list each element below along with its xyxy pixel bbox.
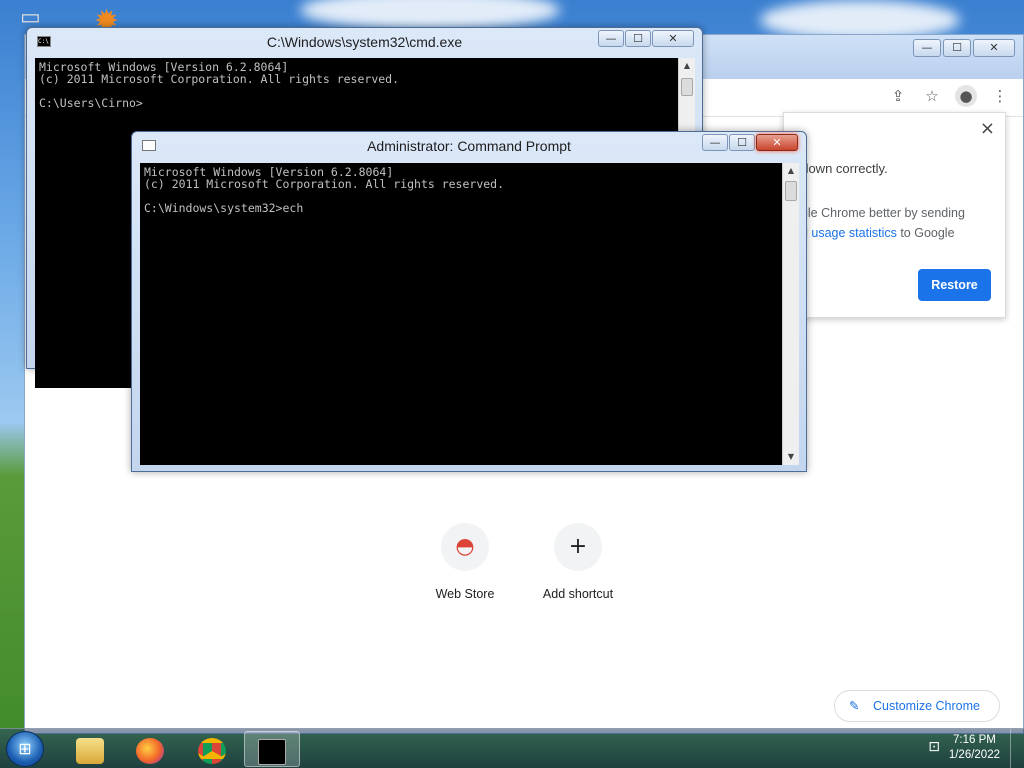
taskbar: ⊞ ⊡ 7:16 PM 1/26/2022 [0,728,1024,768]
scroll-down-icon[interactable]: ▼ [783,449,799,465]
customize-chrome-label: Customize Chrome [873,699,980,713]
file-explorer-icon[interactable] [62,731,118,767]
shortcut-web-store[interactable]: ◓ Web Store [415,523,515,601]
restore-pages-popup: × t down correctly. ogle Chrome better b… [783,112,1006,318]
chrome-close-button[interactable]: ✕ [973,39,1015,57]
scroll-thumb[interactable] [681,78,693,96]
mouse-pointer-icon: ➤ [599,383,616,407]
help-text-suffix: to Google [896,226,955,240]
help-text-line1: ogle Chrome better by sending [794,206,965,220]
vertical-scrollbar[interactable]: ▲ ▼ [782,163,799,465]
minimize-button[interactable]: — [702,134,728,151]
chrome-caption-buttons: — ☐ ✕ [913,39,1015,57]
maximize-button[interactable]: ☐ [729,134,755,151]
plus-icon: + [554,523,602,571]
usage-statistics-link[interactable]: usage statistics [811,226,896,240]
popup-message: t down correctly. [794,161,888,176]
popup-help-text: ogle Chrome better by sending nd usage s… [794,203,994,243]
chrome-icon[interactable] [184,731,240,767]
chrome-maximize-button[interactable]: ☐ [943,39,971,57]
network-icon[interactable]: ⊡ [928,739,940,755]
scroll-up-icon[interactable]: ▲ [679,58,695,74]
caption-buttons: — ☐ ✕ [702,134,798,151]
menu-dots-icon[interactable]: ⋮ [989,85,1011,107]
star-icon[interactable]: ☆ [921,85,943,107]
close-button[interactable]: ✕ [756,134,798,151]
pencil-icon: ✎ [849,698,860,713]
share-icon[interactable]: ⇪ [887,85,909,107]
maximize-button[interactable]: ☐ [625,30,651,47]
minimize-button[interactable]: — [598,30,624,47]
scroll-thumb[interactable] [785,181,797,201]
cloud-decoration [300,0,560,30]
person-icon[interactable]: ● [955,85,977,107]
clock-time: 7:16 PM [953,734,996,746]
cmd-icon[interactable] [244,731,300,767]
restore-button[interactable]: Restore [918,269,991,301]
start-button[interactable]: ⊞ [6,731,44,767]
caption-buttons: — ☐ ✕ [598,30,694,47]
shortcut-label: Web Store [435,587,495,601]
console-output[interactable]: Microsoft Windows [Version 6.2.8064] (c)… [140,163,782,465]
chrome-minimize-button[interactable]: — [913,39,941,57]
shortcut-add[interactable]: + Add shortcut [528,523,628,601]
customize-chrome-button[interactable]: ✎ Customize Chrome [834,690,1000,722]
web-store-icon: ◓ [441,523,489,571]
show-desktop-button[interactable] [1010,729,1024,768]
clock[interactable]: 7:16 PM 1/26/2022 [949,733,1000,763]
close-button[interactable]: ✕ [652,30,694,47]
cmd-window-front: Administrator: Command Prompt — ☐ ✕ Micr… [131,131,807,472]
shortcut-label: Add shortcut [542,587,614,601]
firefox-icon[interactable] [122,731,178,767]
popup-close-icon[interactable]: × [980,118,995,139]
clock-date: 1/26/2022 [948,749,1000,761]
scroll-up-icon[interactable]: ▲ [783,163,799,179]
